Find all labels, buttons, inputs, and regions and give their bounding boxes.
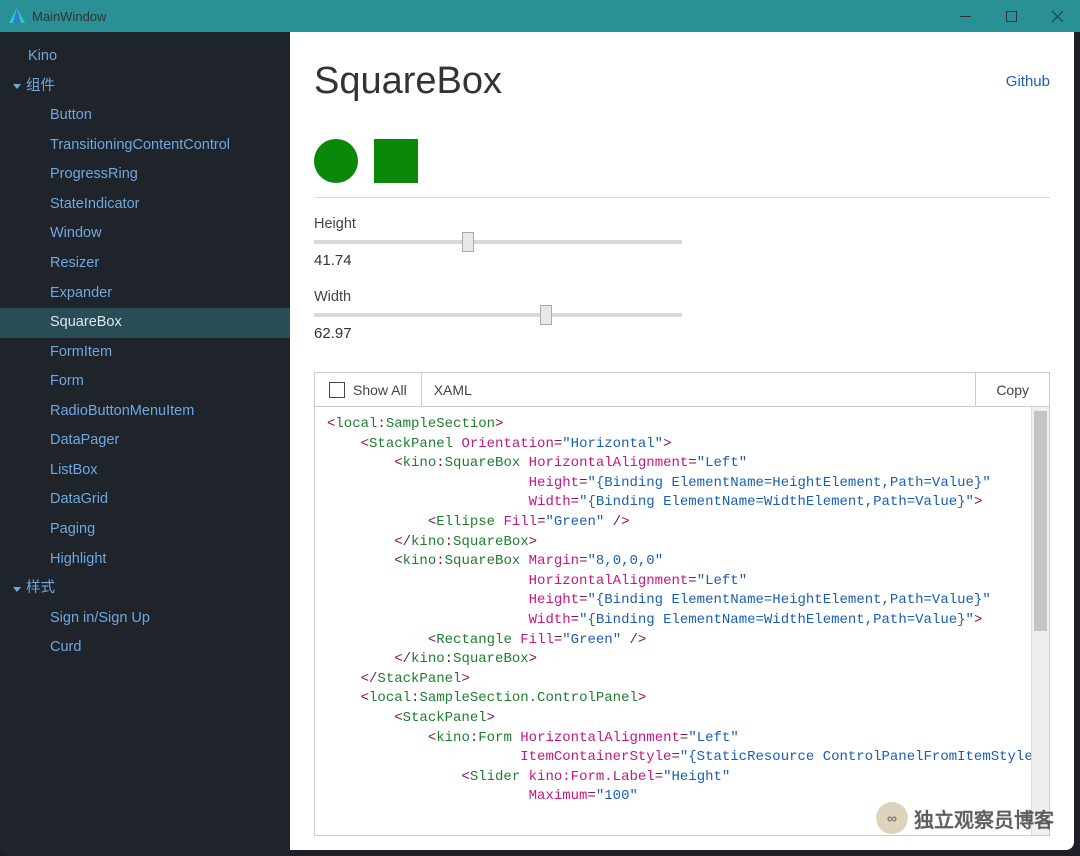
sidebar-item-resizer[interactable]: Resizer: [0, 249, 290, 279]
chevron-down-icon: [12, 584, 22, 594]
width-value: 62.97: [314, 325, 1050, 342]
checkbox-icon: [329, 382, 345, 398]
chevron-down-icon: [12, 81, 22, 91]
sidebar-item-sign-in-sign-up[interactable]: Sign in/Sign Up: [0, 604, 290, 634]
sidebar: Kino组件ButtonTransitioningContentControlP…: [0, 32, 290, 856]
main-content: SquareBox Github Height 41.74 Width 62.: [290, 32, 1074, 850]
code-content: <local:SampleSection> <StackPanel Orient…: [315, 407, 1049, 815]
demo-circle: [314, 139, 358, 183]
showall-checkbox[interactable]: Show All: [315, 373, 422, 406]
app-logo-icon: [8, 7, 26, 25]
maximize-button[interactable]: [988, 0, 1034, 32]
sidebar-item-highlight[interactable]: Highlight: [0, 545, 290, 575]
width-slider[interactable]: [314, 313, 682, 317]
sidebar-item-stateindicator[interactable]: StateIndicator: [0, 190, 290, 220]
demo-shapes: [314, 139, 1050, 198]
width-label: Width: [314, 289, 1050, 305]
close-button[interactable]: [1034, 0, 1080, 32]
sidebar-item-transitioningcontentcontrol[interactable]: TransitioningContentControl: [0, 131, 290, 161]
code-scroll-thumb[interactable]: [1034, 411, 1047, 631]
code-scrollbar[interactable]: [1031, 407, 1049, 835]
width-slider-thumb[interactable]: [540, 305, 552, 325]
sidebar-item-window[interactable]: Window: [0, 219, 290, 249]
copy-button[interactable]: Copy: [975, 373, 1049, 406]
showall-label: Show All: [353, 382, 407, 398]
github-link[interactable]: Github: [1006, 73, 1050, 90]
sidebar-item-listbox[interactable]: ListBox: [0, 456, 290, 486]
sidebar-item-squarebox[interactable]: SquareBox: [0, 308, 290, 338]
sidebar-item-button[interactable]: Button: [0, 101, 290, 131]
sidebar-item-form[interactable]: Form: [0, 367, 290, 397]
sidebar-item-progressring[interactable]: ProgressRing: [0, 160, 290, 190]
sidebar-top[interactable]: Kino: [0, 42, 290, 72]
sidebar-item-expander[interactable]: Expander: [0, 279, 290, 309]
sidebar-group-1[interactable]: 样式: [0, 574, 290, 604]
code-panel: Show All XAML Copy <local:SampleSection>…: [314, 372, 1050, 836]
height-value: 41.74: [314, 252, 1050, 269]
sidebar-item-paging[interactable]: Paging: [0, 515, 290, 545]
page-title: SquareBox: [314, 60, 502, 103]
xaml-tab[interactable]: XAML: [422, 373, 976, 406]
sidebar-group-0[interactable]: 组件: [0, 72, 290, 102]
height-slider[interactable]: [314, 240, 682, 244]
sidebar-item-datapager[interactable]: DataPager: [0, 426, 290, 456]
minimize-button[interactable]: [942, 0, 988, 32]
demo-square: [374, 139, 418, 183]
sidebar-item-radiobuttonmenuitem[interactable]: RadioButtonMenuItem: [0, 397, 290, 427]
height-label: Height: [314, 216, 1050, 232]
window-title: MainWindow: [32, 9, 942, 24]
window-titlebar: MainWindow: [0, 0, 1080, 32]
height-slider-thumb[interactable]: [462, 232, 474, 252]
sidebar-item-formitem[interactable]: FormItem: [0, 338, 290, 368]
sidebar-item-curd[interactable]: Curd: [0, 633, 290, 663]
sidebar-item-datagrid[interactable]: DataGrid: [0, 485, 290, 515]
